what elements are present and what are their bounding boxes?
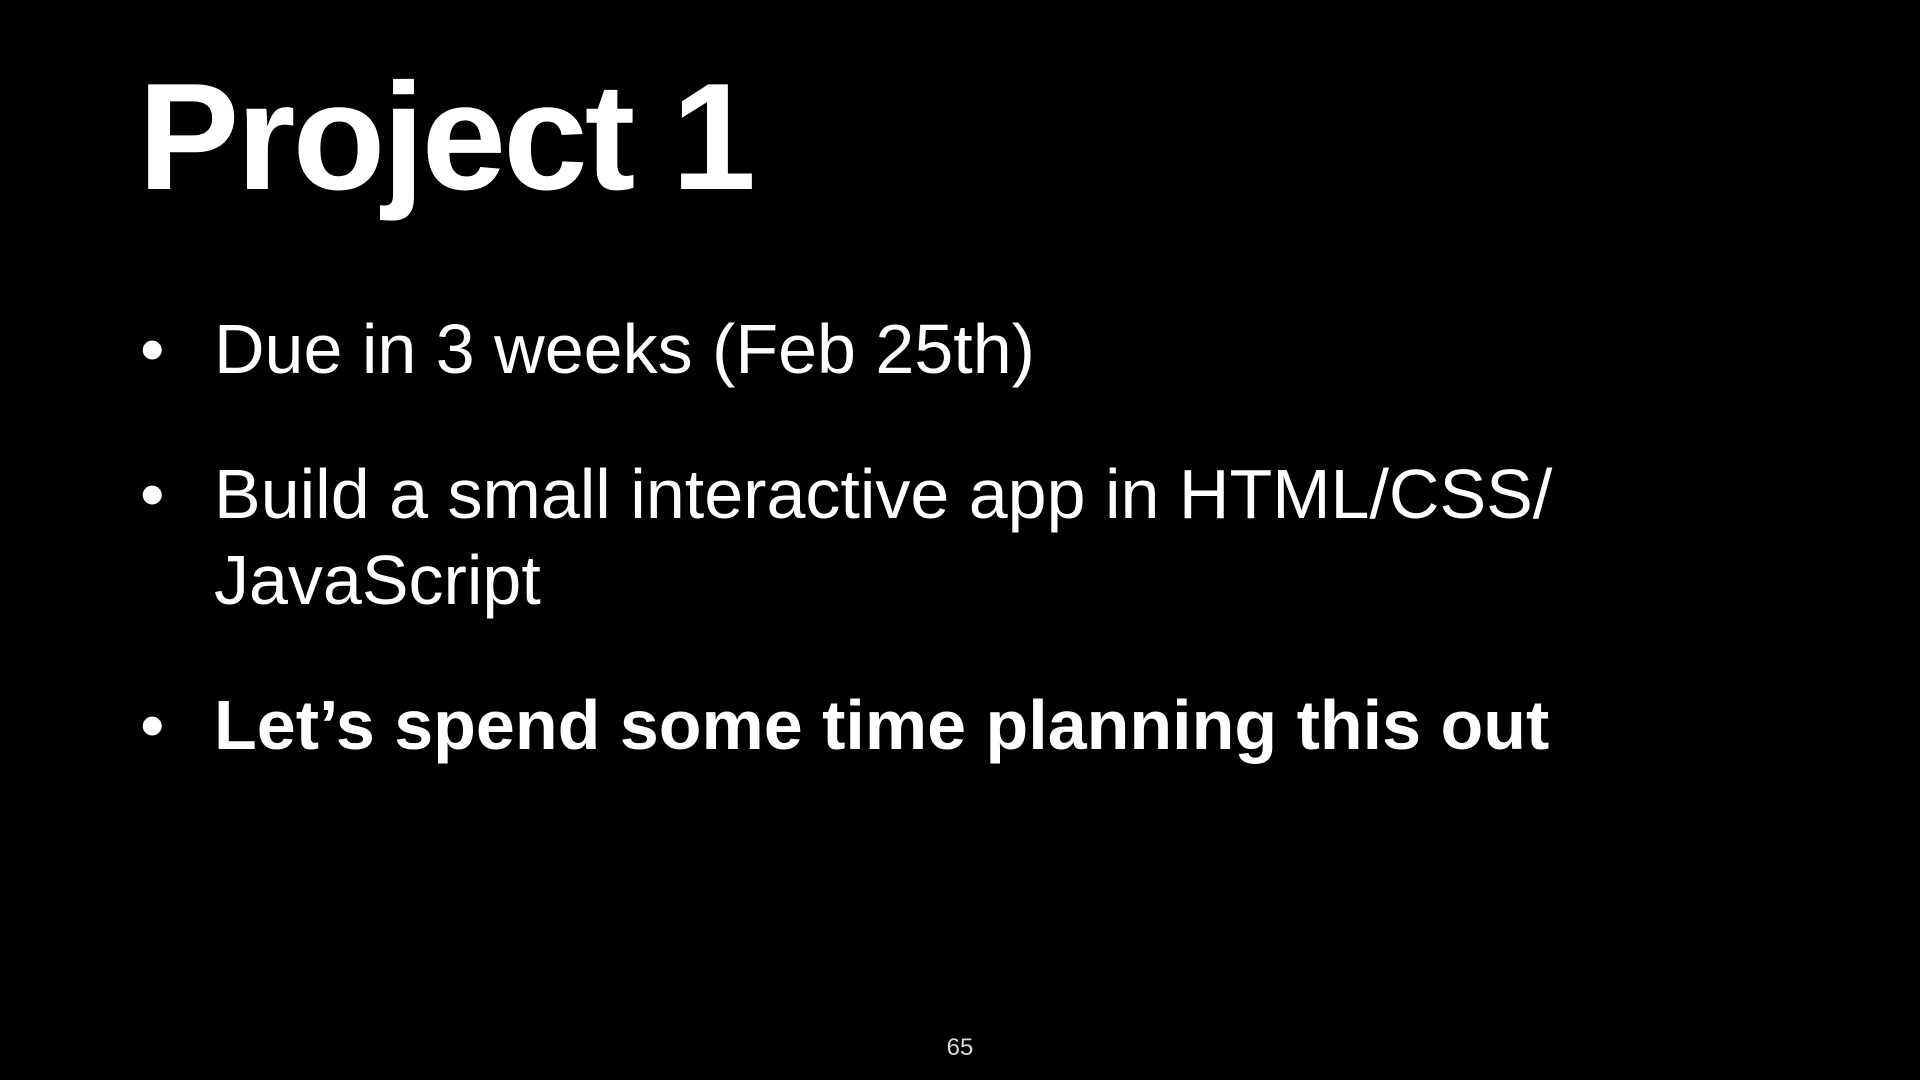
- bullet-text: Build a small interactive app in HTML/CS…: [214, 455, 1553, 619]
- page-number: 65: [946, 1034, 974, 1061]
- bullet-icon: •: [140, 686, 165, 764]
- slide: Project 1 • Due in 3 weeks (Feb 25th) • …: [0, 0, 1920, 1080]
- bullet-icon: •: [140, 310, 165, 388]
- bullet-due-date: • Due in 3 weeks (Feb 25th): [138, 306, 1698, 392]
- slide-title: Project 1: [138, 52, 756, 222]
- bullet-list: • Due in 3 weeks (Feb 25th) • Build a sm…: [138, 306, 1698, 827]
- bullet-text: Due in 3 weeks (Feb 25th): [214, 310, 1035, 388]
- bullet-text: Let’s spend some time planning this out: [214, 686, 1550, 764]
- bullet-build-app: • Build a small interactive app in HTML/…: [138, 451, 1698, 623]
- bullet-icon: •: [140, 455, 165, 533]
- bullet-planning: • Let’s spend some time planning this ou…: [138, 682, 1698, 768]
